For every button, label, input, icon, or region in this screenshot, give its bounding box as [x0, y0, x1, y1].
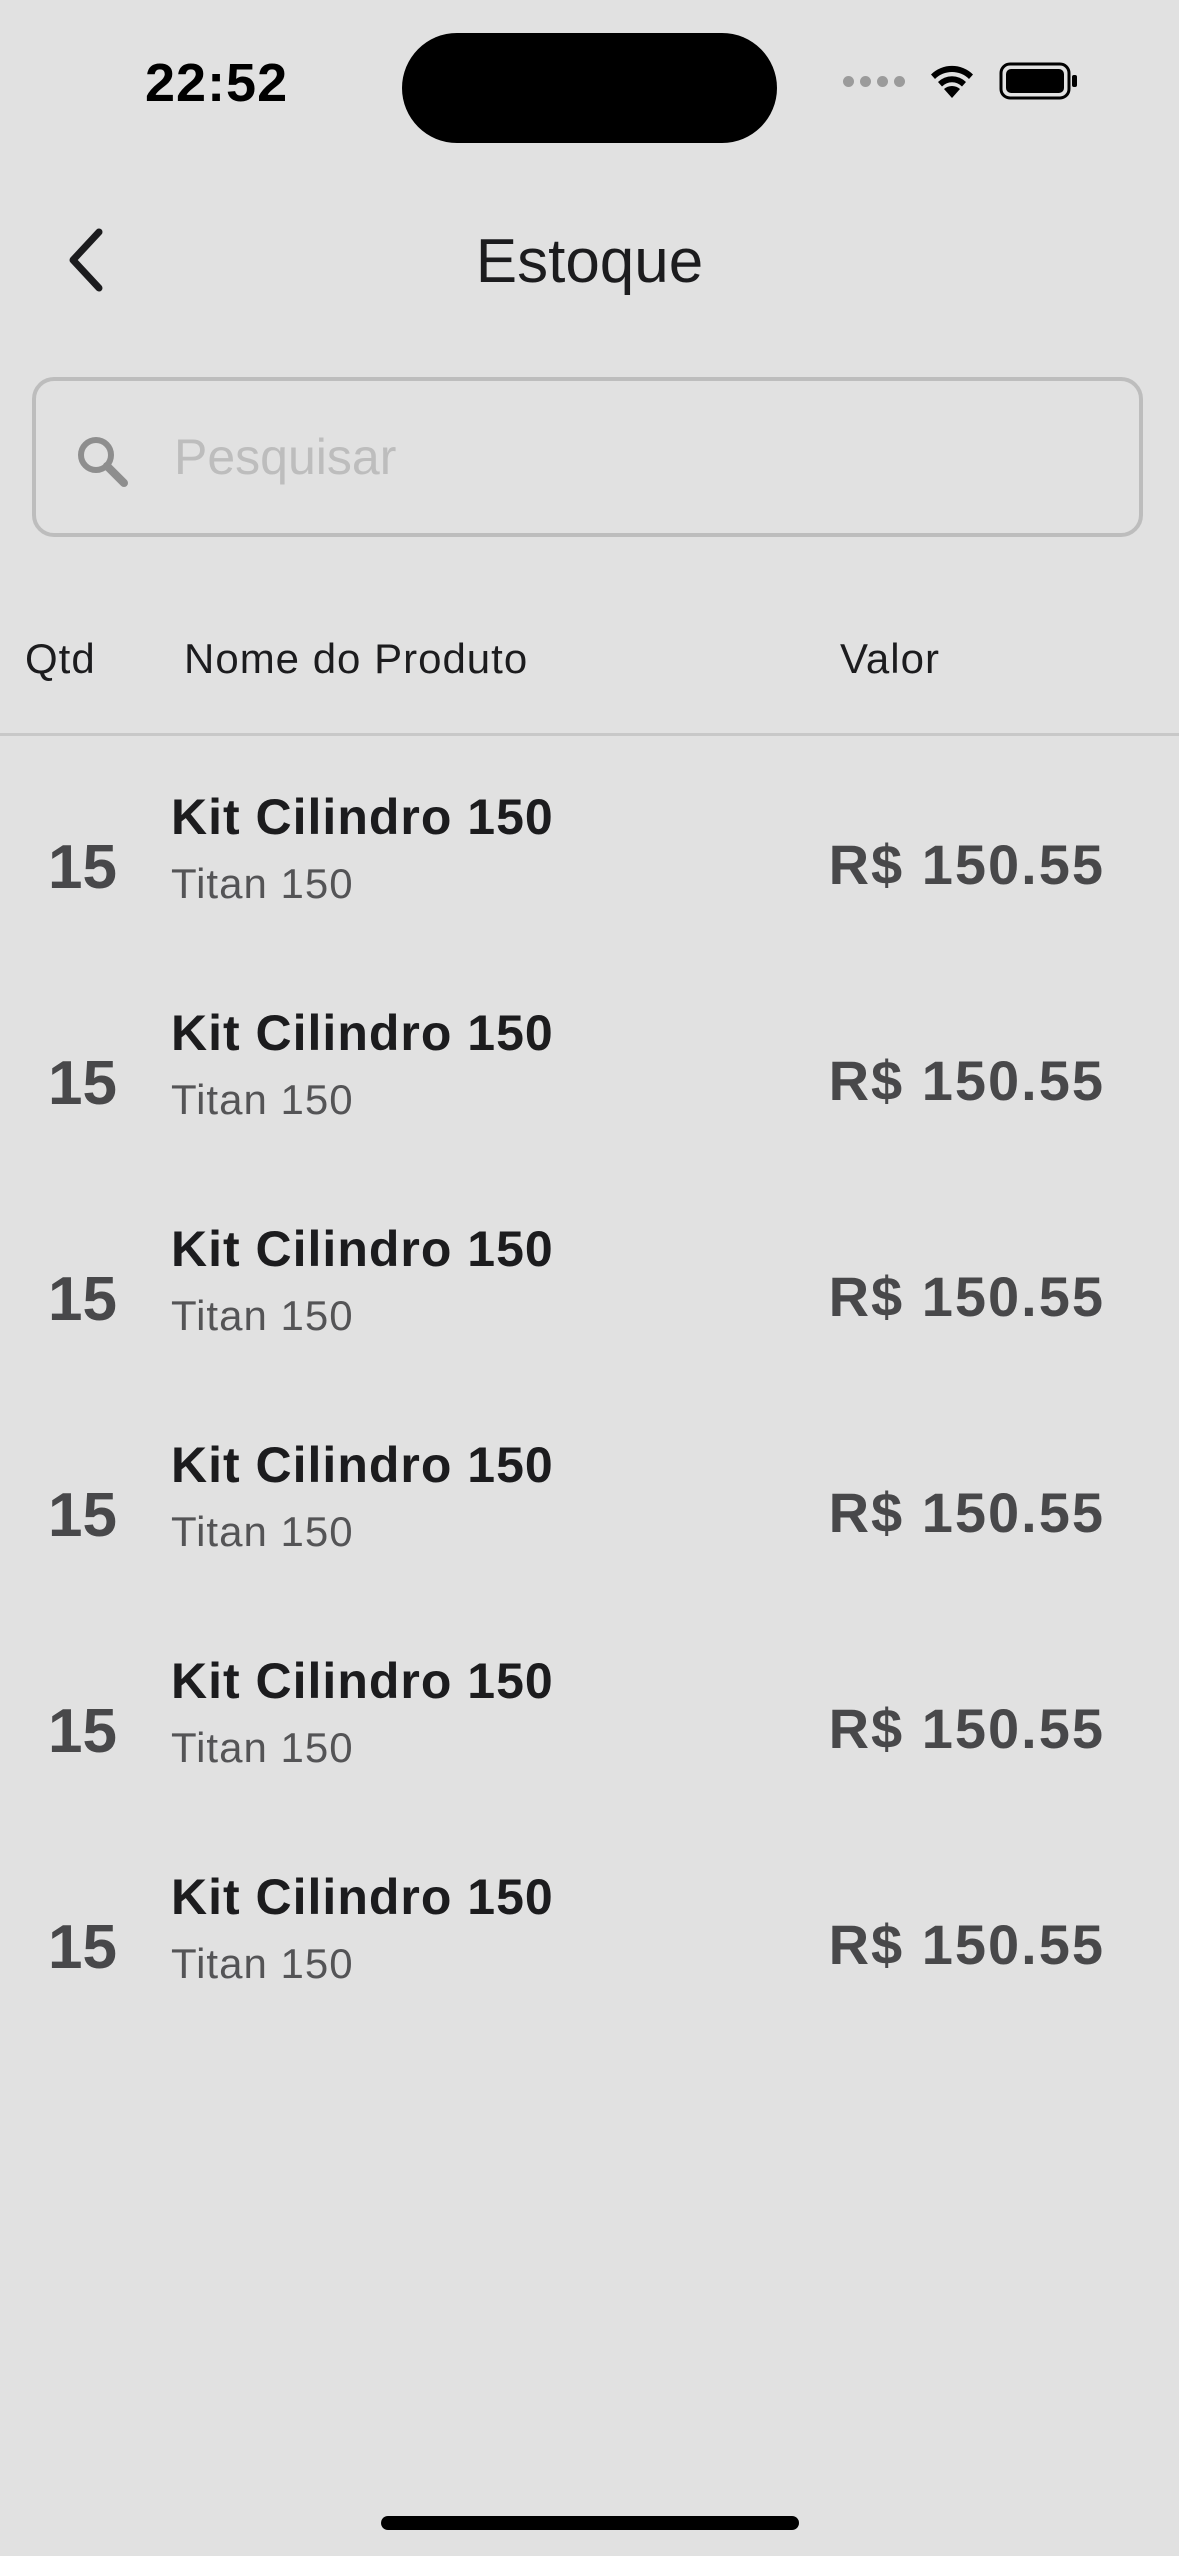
column-header-qty: Qtd — [25, 635, 96, 682]
product-subtitle: Titan 150 — [171, 1724, 354, 1771]
product-name: Kit Cilindro 150 — [171, 1869, 554, 1925]
search-box[interactable] — [32, 377, 1143, 537]
search-icon — [78, 437, 128, 487]
status-time: 22:52 — [145, 53, 289, 113]
column-header-name: Nome do Produto — [184, 635, 529, 682]
product-subtitle: Titan 150 — [171, 860, 354, 907]
product-row[interactable]: 15 Kit Cilindro 150 Titan 150 R$ 150.55 — [0, 760, 1179, 976]
wifi-icon — [931, 65, 973, 98]
column-header-value: Valor — [840, 635, 940, 682]
product-value: R$ 150.55 — [828, 1265, 1105, 1328]
product-value: R$ 150.55 — [828, 1697, 1105, 1760]
status-bar: 22:52 — [0, 0, 1179, 170]
product-qty: 15 — [48, 1913, 117, 1982]
product-value: R$ 150.55 — [828, 833, 1105, 896]
product-subtitle: Titan 150 — [171, 1508, 354, 1555]
search-input[interactable] — [174, 381, 1094, 533]
home-indicator[interactable] — [381, 2516, 799, 2530]
product-qty: 15 — [48, 1265, 117, 1334]
product-row[interactable]: 15 Kit Cilindro 150 Titan 150 R$ 150.55 — [0, 1624, 1179, 1840]
product-value: R$ 150.55 — [828, 1913, 1105, 1976]
product-row[interactable]: 15 Kit Cilindro 150 Titan 150 R$ 150.55 — [0, 1192, 1179, 1408]
battery-icon — [999, 62, 1077, 100]
product-name: Kit Cilindro 150 — [171, 789, 554, 845]
product-qty: 15 — [48, 1049, 117, 1118]
product-row[interactable]: 15 Kit Cilindro 150 Titan 150 R$ 150.55 — [0, 1408, 1179, 1624]
status-icons — [843, 62, 1079, 100]
nav-bar: Estoque — [0, 200, 1179, 325]
product-name: Kit Cilindro 150 — [171, 1437, 554, 1493]
product-row[interactable]: 15 Kit Cilindro 150 Titan 150 R$ 150.55 — [0, 1840, 1179, 2056]
product-subtitle: Titan 150 — [171, 1940, 354, 1987]
product-subtitle: Titan 150 — [171, 1292, 354, 1339]
product-qty: 15 — [48, 1697, 117, 1766]
product-name: Kit Cilindro 150 — [171, 1653, 554, 1709]
product-list: 15 Kit Cilindro 150 Titan 150 R$ 150.55 … — [0, 760, 1179, 2056]
page-title: Estoque — [475, 227, 704, 296]
product-name: Kit Cilindro 150 — [171, 1005, 554, 1061]
dynamic-island — [402, 33, 777, 143]
product-value: R$ 150.55 — [828, 1049, 1105, 1112]
product-value: R$ 150.55 — [828, 1481, 1105, 1544]
table-header: Qtd Nome do Produto Valor — [0, 625, 1179, 685]
product-qty: 15 — [48, 833, 117, 902]
product-row[interactable]: 15 Kit Cilindro 150 Titan 150 R$ 150.55 — [0, 976, 1179, 1192]
product-name: Kit Cilindro 150 — [171, 1221, 554, 1277]
header-divider — [0, 733, 1179, 736]
product-subtitle: Titan 150 — [171, 1076, 354, 1123]
product-qty: 15 — [48, 1481, 117, 1550]
signal-icon — [843, 75, 905, 87]
